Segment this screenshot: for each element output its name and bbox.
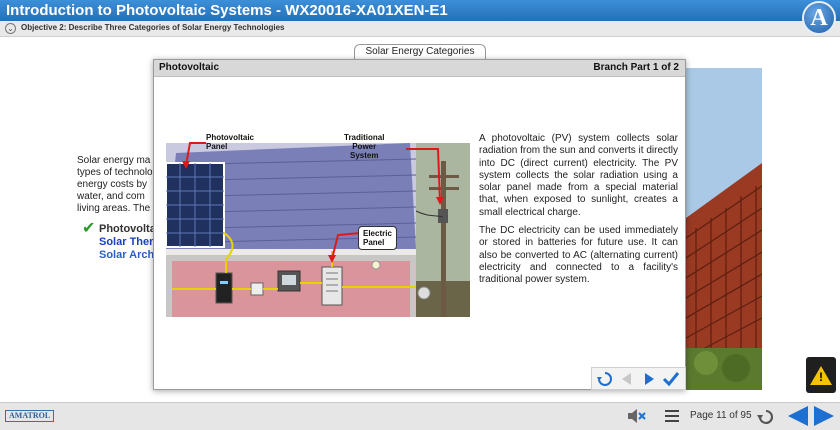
dialog-description: A photovoltaic (PV) system collects sola… (479, 133, 678, 287)
roof-tile-photo (686, 68, 762, 390)
menu-icon[interactable] (664, 408, 680, 429)
dialog-title: Photovoltaic (159, 62, 220, 73)
solar-panel (165, 162, 225, 248)
exclamation-icon: ! (819, 370, 823, 384)
footer-bar: AMATROL Page 11 of 95 (0, 402, 840, 430)
amatrol-logo-icon: A (802, 1, 836, 35)
objective-text: Objective 2: Describe Three Categories o… (21, 23, 285, 32)
dialog-header: Photovoltaic Branch Part 1 of 2 (154, 60, 685, 77)
section-tab: Solar Energy Categories (354, 44, 486, 60)
paragraph-line: types of technolo (77, 167, 153, 178)
category-link-solar-architecture[interactable]: Solar Arch (99, 249, 155, 261)
replay-icon[interactable] (757, 408, 775, 430)
paragraph-line: Solar energy ma (77, 155, 151, 166)
replay-icon[interactable] (596, 371, 614, 387)
background-paragraph: Solar energy ma types of technolo energy… (77, 155, 155, 215)
page-indicator: Page 11 of 95 (690, 410, 752, 421)
mute-icon[interactable] (626, 408, 646, 429)
branch-dialog: Photovoltaic Branch Part 1 of 2 Photovol… (153, 59, 686, 390)
previous-page-icon[interactable] (786, 404, 810, 430)
category-link-photovoltaic[interactable]: Photovolta (99, 223, 155, 235)
paragraph-line: living areas. The (77, 203, 151, 214)
confirm-check-icon[interactable] (662, 371, 680, 387)
pv-system-diagram: Photovoltaic Panel Traditional Power Sys… (165, 131, 470, 317)
electric-panel-label: Electric Panel (358, 226, 397, 250)
category-link-solar-thermal[interactable]: Solar Ther (99, 236, 155, 248)
pv-panel-label: Photovoltaic Panel (206, 133, 255, 151)
paragraph-line: water, and com (77, 191, 145, 202)
objective-bar[interactable]: ⌄ Objective 2: Describe Three Categories… (0, 21, 840, 37)
course-title: Introduction to Photovoltaic Systems - W… (6, 2, 448, 19)
warning-button[interactable]: ! (806, 357, 836, 393)
checkmark-icon: ✔ (82, 220, 96, 237)
description-paragraph: A photovoltaic (PV) system collects sola… (479, 133, 678, 218)
description-paragraph: The DC electricity can be used immediate… (479, 225, 678, 286)
footer-logo: AMATROL (5, 410, 55, 422)
title-bar: Introduction to Photovoltaic Systems - W… (0, 0, 840, 21)
back-icon[interactable] (618, 371, 636, 387)
power-system-label: Traditional Power System (344, 133, 385, 160)
branch-indicator: Branch Part 1 of 2 (593, 62, 679, 73)
paragraph-line: energy costs by (77, 179, 148, 190)
next-page-icon[interactable] (812, 404, 836, 430)
forward-icon[interactable] (640, 371, 658, 387)
chevron-down-icon[interactable]: ⌄ (5, 23, 16, 34)
dialog-controls (591, 367, 686, 390)
